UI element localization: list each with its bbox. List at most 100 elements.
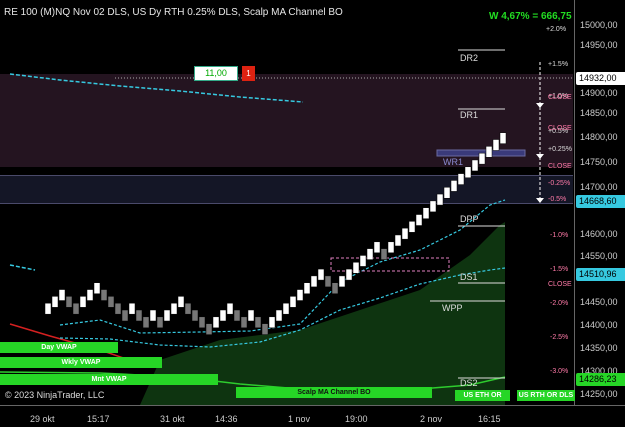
dr1-label: DR1 — [460, 110, 479, 120]
arrow-2 — [536, 154, 544, 159]
price-tick: 14400,00 — [580, 320, 618, 330]
up-brick — [457, 173, 465, 185]
up-brick — [93, 282, 101, 294]
arrow-1 — [536, 103, 544, 108]
up-brick — [338, 275, 346, 288]
up-brick — [394, 234, 402, 247]
price-tick: 14600,00 — [580, 229, 618, 239]
us-rth-or-dls-label: US RTH OR DLS — [517, 390, 575, 401]
time-axis-border — [0, 405, 625, 406]
price-tick: 14750,00 — [580, 157, 618, 167]
price-tick: 14950,00 — [580, 40, 618, 50]
pct-plus-1-5: +1.5% — [548, 61, 569, 68]
down-brick — [261, 323, 269, 335]
pct-minus-0-5: -0.5% — [548, 196, 567, 203]
time-tick: 2 nov — [420, 414, 443, 424]
up-brick — [128, 302, 136, 315]
order-price-box[interactable]: 11,00 — [194, 66, 238, 81]
pct-minus-0-25: -0.25% — [548, 180, 571, 187]
up-brick — [366, 248, 374, 260]
price-tick: 15000,00 — [580, 20, 618, 30]
up-brick — [86, 289, 94, 301]
price-tick: 14350,00 — [580, 343, 618, 353]
down-brick — [72, 302, 80, 315]
down-brick — [107, 296, 115, 308]
ds2-label: DS2 — [460, 378, 478, 388]
up-brick — [275, 309, 283, 322]
scalp-channel-label: Scalp MA Channel BO — [236, 387, 432, 398]
up-brick — [51, 296, 59, 308]
down-brick — [254, 316, 262, 329]
time-tick: 1 nov — [288, 414, 311, 424]
up-brick — [79, 296, 87, 308]
up-brick — [268, 316, 276, 329]
down-brick — [205, 323, 213, 335]
up-brick — [296, 289, 304, 301]
up-brick — [226, 302, 234, 315]
up-brick — [429, 200, 437, 213]
up-brick — [352, 262, 360, 274]
down-brick — [100, 289, 108, 301]
up-brick — [282, 302, 290, 315]
price-tick: 14850,00 — [580, 108, 618, 118]
pct-minus-1-5: -1.5% — [550, 266, 569, 273]
ds1-label: DS1 — [460, 272, 478, 282]
up-brick — [177, 296, 185, 308]
close-label-2: CLOSE — [548, 125, 572, 132]
up-brick — [373, 241, 381, 254]
time-tick: 15:17 — [87, 414, 110, 424]
chart-window: RE 100 (M)NQ Nov 02 DLS, US Dy RTH 0.25%… — [0, 0, 625, 427]
up-brick — [408, 221, 416, 233]
up-brick — [163, 309, 171, 322]
up-brick — [499, 132, 507, 144]
copyright-notice: © 2023 NinjaTrader, LLC — [5, 390, 105, 400]
price-tick: 14700,00 — [580, 182, 618, 192]
down-brick — [121, 309, 129, 322]
up-brick — [415, 214, 423, 226]
up-brick — [359, 255, 367, 267]
up-brick — [212, 316, 220, 329]
wkly-vwap-label: Wkly VWAP — [0, 357, 162, 368]
up-brick — [443, 186, 451, 199]
close-label-1: CLOSE — [548, 94, 572, 101]
pct-minus-2-5: -2.5% — [550, 334, 569, 341]
wpp-label: WPP — [442, 303, 463, 313]
down-brick — [142, 316, 150, 329]
down-brick — [233, 309, 241, 322]
down-brick — [380, 248, 388, 260]
pct-minus-3: -3.0% — [550, 368, 569, 375]
up-brick — [303, 282, 311, 294]
cyan-ma-price-marker: 14668,60 — [576, 195, 625, 208]
up-brick — [401, 227, 409, 240]
up-brick — [310, 275, 318, 288]
up-brick — [219, 309, 227, 322]
time-tick: 29 okt — [30, 414, 55, 424]
price-axis-border — [574, 0, 575, 405]
up-brick — [58, 289, 66, 301]
up-brick — [387, 241, 395, 254]
dr2-label: DR2 — [460, 53, 479, 63]
chart-title: RE 100 (M)NQ Nov 02 DLS, US Dy RTH 0.25%… — [4, 7, 343, 18]
time-tick: 31 okt — [160, 414, 185, 424]
down-brick — [198, 316, 206, 329]
down-brick — [191, 309, 199, 322]
down-brick — [240, 316, 248, 329]
up-brick — [247, 309, 255, 322]
mnt-vwap-label: Mnt VWAP — [0, 374, 218, 385]
down-brick — [114, 302, 122, 315]
down-brick — [324, 275, 332, 288]
up-brick — [450, 180, 458, 192]
up-brick — [345, 268, 353, 281]
ds1-ma-price-marker: 14510,96 — [576, 268, 625, 281]
order-quantity-box[interactable]: 1 — [242, 66, 255, 81]
up-brick — [471, 159, 479, 172]
us-eth-or-label: US ETH OR — [455, 390, 510, 401]
pct-plus-0-25: +0.25% — [548, 146, 572, 153]
cyan-left-ma — [9, 264, 36, 271]
up-brick — [478, 152, 486, 165]
arrow-3 — [536, 198, 544, 203]
down-brick — [331, 282, 339, 294]
up-brick — [485, 146, 493, 158]
time-tick: 14:36 — [215, 414, 238, 424]
up-brick — [422, 207, 430, 219]
